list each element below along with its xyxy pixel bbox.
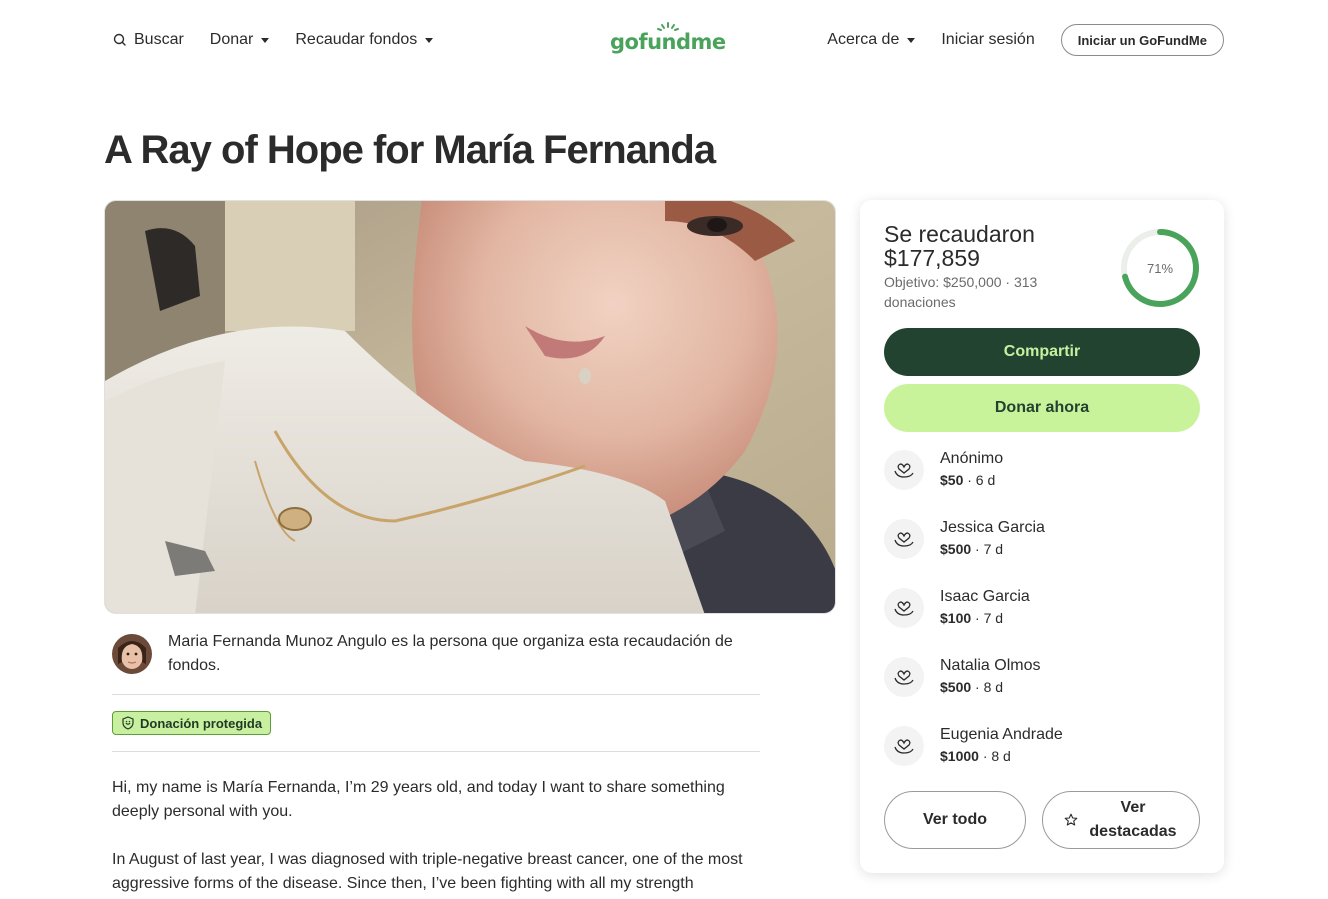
heart-hand-icon <box>884 519 924 559</box>
donation-meta: $500 · 8 d <box>940 677 1040 697</box>
story-paragraph: Hi, my name is María Fernanda, I’m 29 ye… <box>112 779 725 820</box>
donation-time: · 8 d <box>971 679 1004 695</box>
top-nav: Buscar Donar Recaudar fondos gofundme Ac… <box>0 0 1328 80</box>
donation-meta: $50 · 6 d <box>940 470 1003 490</box>
donor-name: Isaac Garcia <box>940 588 1030 605</box>
heart-hand-icon <box>884 588 924 628</box>
amount-raised: Se recaudaron $177,859 <box>884 221 1035 271</box>
donation-time: · 8 d <box>978 748 1011 764</box>
donate-menu-label: Donar <box>209 31 254 48</box>
donation-item: Anónimo $50 · 6 d <box>884 448 1200 517</box>
about-menu-label: Acerca de <box>827 31 900 48</box>
donor-name: Anónimo <box>940 450 1004 467</box>
protected-donation-badge[interactable]: Donación protegida <box>112 711 272 735</box>
donation-amount: $50 <box>940 472 964 488</box>
donation-time: · 6 d <box>963 472 996 488</box>
nav-right: Acerca de Iniciar sesión Iniciar un GoFu… <box>827 24 1224 56</box>
page-title: A Ray of Hope for María Fernanda <box>104 128 716 172</box>
organizer-text: Maria Fernanda Munoz Angulo es la person… <box>168 633 733 674</box>
donation-time: · 7 d <box>971 610 1004 626</box>
see-featured-button[interactable]: Ver destacadas <box>1042 791 1200 849</box>
nav-left: Buscar Donar Recaudar fondos <box>112 28 434 52</box>
search-label: Buscar <box>134 31 184 48</box>
donation-amount: $1000 <box>940 748 979 764</box>
gofundme-logo[interactable]: gofundme <box>610 22 726 58</box>
donate-now-button[interactable]: Donar ahora <box>884 384 1200 432</box>
donation-summary-card: Se recaudaron $177,859 Objetivo: $250,00… <box>860 200 1224 873</box>
divider <box>112 694 760 695</box>
heart-hand-icon <box>884 450 924 490</box>
progress-percent: 71% <box>1146 260 1174 276</box>
caret-down-icon <box>261 37 270 43</box>
donation-amount: $100 <box>940 610 972 626</box>
star-icon <box>1064 813 1078 826</box>
fundraise-menu-label: Recaudar fondos <box>295 31 418 48</box>
donation-meta: $100 · 7 d <box>940 608 1030 628</box>
shield-icon <box>122 716 134 730</box>
donation-time: · 7 d <box>971 541 1004 557</box>
donation-meta: $1000 · 8 d <box>940 746 1063 766</box>
heart-hand-icon <box>884 657 924 697</box>
caret-down-icon <box>907 37 916 43</box>
donation-amount: $500 <box>940 679 972 695</box>
donation-item: Eugenia Andrade $1000 · 8 d <box>884 724 1200 793</box>
caret-down-icon <box>425 37 434 43</box>
search-icon <box>113 33 126 46</box>
hero-photo <box>105 201 835 613</box>
fundraise-menu[interactable]: Recaudar fondos <box>295 28 434 52</box>
donation-item: Jessica Garcia $500 · 7 d <box>884 517 1200 586</box>
organizer-row: Maria Fernanda Munoz Angulo es la person… <box>112 630 760 678</box>
donor-name: Eugenia Andrade <box>940 726 1063 743</box>
donor-name: Natalia Olmos <box>940 657 1041 674</box>
donation-meta: $500 · 7 d <box>940 539 1045 559</box>
recent-donations-list: Anónimo $50 · 6 d Jessica Garcia $500 · … <box>884 448 1200 793</box>
logo-text: gofundme <box>610 30 726 54</box>
goal-and-count: Objetivo: $250,000 · 313 donaciones <box>884 274 1038 310</box>
share-button[interactable]: Compartir <box>884 328 1200 376</box>
campaign-hero-image[interactable] <box>104 200 836 614</box>
search-link[interactable]: Buscar <box>112 28 184 52</box>
donor-name: Jessica Garcia <box>940 519 1045 536</box>
organizer-avatar[interactable] <box>112 634 152 674</box>
badge-label: Donación protegida <box>140 715 263 731</box>
donation-amount: $500 <box>940 541 972 557</box>
donation-item: Natalia Olmos $500 · 8 d <box>884 655 1200 724</box>
divider <box>112 751 760 752</box>
donate-menu[interactable]: Donar <box>210 28 270 52</box>
see-all-button[interactable]: Ver todo <box>884 791 1026 849</box>
avatar-photo <box>112 634 152 674</box>
donation-item: Isaac Garcia $100 · 7 d <box>884 586 1200 655</box>
see-featured-label: Ver destacadas <box>1089 799 1177 840</box>
story-paragraph: In August of last year, I was diagnosed … <box>112 851 743 892</box>
heart-hand-icon <box>884 726 924 766</box>
signin-link[interactable]: Iniciar sesión <box>941 28 1034 52</box>
start-gofundme-button[interactable]: Iniciar un GoFundMe <box>1060 24 1224 56</box>
signin-label: Iniciar sesión <box>941 31 1035 48</box>
about-menu[interactable]: Acerca de <box>827 28 916 52</box>
campaign-story: Hi, my name is María Fernanda, I’m 29 ye… <box>112 776 760 899</box>
